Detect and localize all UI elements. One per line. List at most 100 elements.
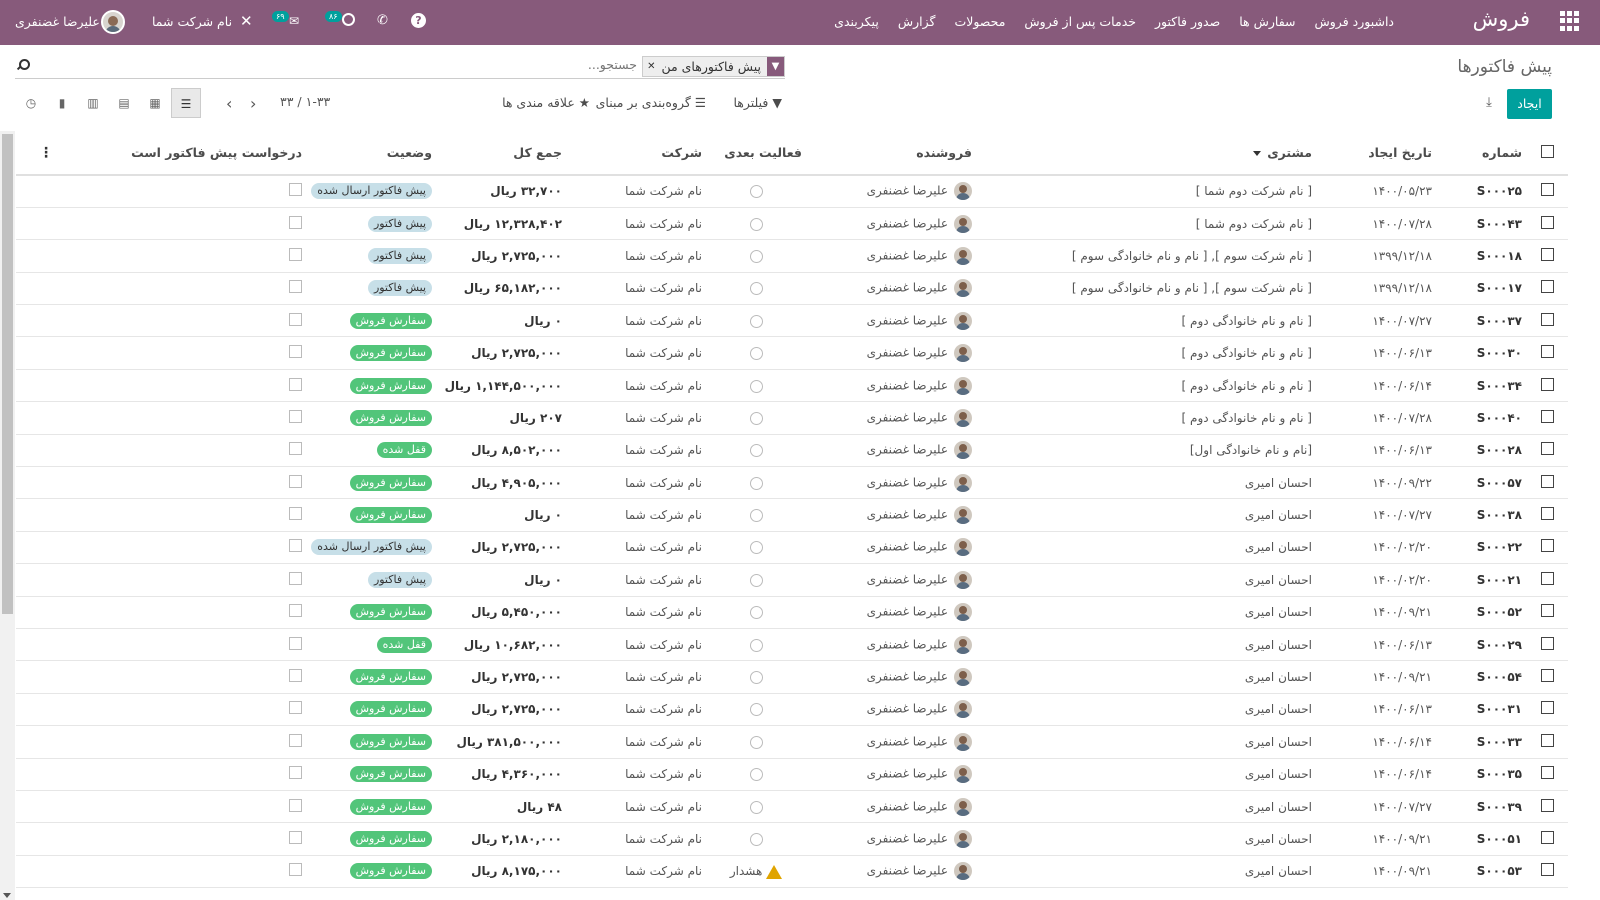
- next-activity-cell[interactable]: [706, 564, 806, 596]
- create-button[interactable]: ایجاد: [1507, 89, 1552, 119]
- menu-item-invoicing[interactable]: صدور فاکتور: [1155, 14, 1220, 29]
- next-activity-cell[interactable]: [706, 369, 806, 401]
- favorites-button[interactable]: ★ علاقه مندی ها: [502, 95, 590, 110]
- row-checkbox[interactable]: [1540, 669, 1554, 683]
- row-select-cell[interactable]: [1526, 337, 1568, 369]
- activity-clock-icon[interactable]: [749, 314, 763, 328]
- row-checkbox[interactable]: [1540, 831, 1554, 844]
- row-checkbox[interactable]: [1540, 409, 1554, 423]
- select-all-header[interactable]: [1526, 131, 1568, 175]
- table-row[interactable]: S۰۰۰۳۷ ۱۴۰۰/۰۷/۲۷ [ نام و نام خانوادگی د…: [16, 305, 1568, 337]
- groupby-button[interactable]: ☰ گروه‌بندی بر مبنای: [596, 95, 706, 110]
- phone-icon[interactable]: ✆: [377, 13, 388, 28]
- debug-tools-icon[interactable]: ✕: [240, 12, 253, 30]
- row-select-cell[interactable]: [1526, 693, 1568, 725]
- row-checkbox[interactable]: [1540, 507, 1554, 521]
- row-checkbox[interactable]: [1540, 636, 1554, 650]
- table-row[interactable]: S۰۰۰۵۱ ۱۴۰۰/۰۹/۲۱ احسان امیری علیرضا غضن…: [16, 823, 1568, 856]
- row-select-cell[interactable]: [1526, 434, 1568, 466]
- table-row[interactable]: S۰۰۰۳۴ ۱۴۰۰/۰۶/۱۴ [ نام و نام خانوادگی د…: [16, 369, 1568, 402]
- table-row[interactable]: S۰۰۰۵۴ ۱۴۰۰/۰۹/۲۱ احسان امیری علیرضا غضن…: [16, 661, 1568, 694]
- activity-clock-icon[interactable]: [749, 833, 763, 846]
- table-row[interactable]: S۰۰۰۴۰ ۱۴۰۰/۰۷/۲۸ [ نام و نام خانوادگی د…: [16, 402, 1568, 435]
- table-row[interactable]: S۰۰۰۵۲ ۱۴۰۰/۰۹/۲۱ احسان امیری علیرضا غضن…: [16, 596, 1568, 629]
- row-select-cell[interactable]: [1526, 790, 1568, 822]
- row-select-cell[interactable]: [1526, 855, 1568, 887]
- table-row[interactable]: S۰۰۰۲۸ ۱۴۰۰/۰۶/۱۳ [نام و نام خانوادگی او…: [16, 434, 1568, 467]
- table-row[interactable]: S۰۰۰۲۲ ۱۴۰۰/۰۲/۲۰ احسان امیری علیرضا غضن…: [16, 531, 1568, 564]
- activity-clock-icon[interactable]: [749, 217, 763, 231]
- table-row[interactable]: S۰۰۰۳۹ ۱۴۰۰/۰۷/۲۷ احسان امیری علیرضا غضن…: [16, 790, 1568, 823]
- activity-clock-icon[interactable]: [749, 671, 763, 685]
- graph-view-icon[interactable]: ▮: [47, 88, 77, 118]
- table-row[interactable]: S۰۰۰۲۹ ۱۴۰۰/۰۶/۱۳ احسان امیری علیرضا غضن…: [16, 628, 1568, 661]
- activity-clock-icon[interactable]: [749, 573, 763, 587]
- activity-clock-icon[interactable]: [749, 768, 763, 782]
- search-icon[interactable]: [16, 59, 30, 71]
- facet-remove-icon[interactable]: ✕: [643, 57, 655, 76]
- company-switcher[interactable]: نام شرکت شما: [152, 14, 232, 29]
- row-checkbox[interactable]: [1540, 183, 1554, 197]
- activity-clock-icon[interactable]: [749, 185, 763, 199]
- menu-item-products[interactable]: محصولات: [954, 14, 1005, 29]
- activity-menu[interactable]: ۸۶: [324, 11, 360, 29]
- activity-clock-icon[interactable]: [749, 476, 763, 490]
- row-select-cell[interactable]: [1526, 369, 1568, 401]
- activity-clock-icon[interactable]: [749, 509, 763, 523]
- row-select-cell[interactable]: [1526, 823, 1568, 855]
- next-activity-cell[interactable]: [706, 240, 806, 272]
- row-select-cell[interactable]: [1526, 402, 1568, 434]
- next-activity-cell[interactable]: [706, 499, 806, 531]
- activity-clock-icon[interactable]: [749, 347, 763, 361]
- activity-clock-icon[interactable]: [749, 249, 763, 263]
- search-input[interactable]: [337, 57, 637, 72]
- next-activity-cell[interactable]: [706, 693, 806, 725]
- table-row[interactable]: S۰۰۰۳۰ ۱۴۰۰/۰۶/۱۳ [ نام و نام خانوادگی د…: [16, 337, 1568, 370]
- select-all-checkbox[interactable]: [1540, 144, 1554, 158]
- table-row[interactable]: S۰۰۰۱۷ ۱۳۹۹/۱۲/۱۸ [ نام شرکت سوم ], [ نا…: [16, 272, 1568, 305]
- next-activity-cell[interactable]: [706, 823, 806, 855]
- next-activity-cell[interactable]: هشدار: [706, 855, 806, 887]
- next-activity-cell[interactable]: [706, 726, 806, 758]
- row-checkbox[interactable]: [1540, 571, 1554, 585]
- column-header-customer[interactable]: مشتری: [976, 131, 1316, 175]
- filters-button[interactable]: ▼ فیلترها: [733, 95, 782, 110]
- row-select-cell[interactable]: [1526, 207, 1568, 239]
- menu-item-sales-dashboard[interactable]: داشبورد فروش: [1315, 14, 1395, 29]
- apps-menu-icon[interactable]: [1559, 11, 1579, 31]
- user-menu-name[interactable]: علیرضا غضنفری: [15, 14, 100, 29]
- activity-clock-icon[interactable]: [749, 411, 763, 425]
- menu-item-orders[interactable]: سفارش ها: [1239, 14, 1295, 29]
- export-download-icon[interactable]: ⤓: [1482, 96, 1496, 110]
- column-header-company[interactable]: شرکت: [566, 131, 706, 175]
- table-row[interactable]: S۰۰۰۵۷ ۱۴۰۰/۰۹/۲۲ احسان امیری علیرضا غضن…: [16, 467, 1568, 499]
- row-checkbox[interactable]: [1540, 766, 1554, 780]
- app-brand[interactable]: فروش: [1473, 7, 1530, 31]
- column-header-activity[interactable]: فعالیت بعدی: [706, 131, 806, 175]
- next-activity-cell[interactable]: [706, 790, 806, 822]
- next-activity-cell[interactable]: [706, 758, 806, 790]
- scroll-down-arrow[interactable]: [3, 893, 11, 898]
- activity-clock-icon[interactable]: [749, 444, 763, 458]
- table-row[interactable]: S۰۰۰۳۸ ۱۴۰۰/۰۷/۲۷ احسان امیری علیرضا غضن…: [16, 499, 1568, 532]
- activity-clock-icon[interactable]: [749, 606, 763, 620]
- menu-item-after-sales[interactable]: خدمات پس از فروش: [1024, 14, 1136, 29]
- row-checkbox[interactable]: [1540, 539, 1554, 553]
- row-checkbox[interactable]: [1540, 863, 1554, 877]
- table-row[interactable]: S۰۰۰۱۸ ۱۳۹۹/۱۲/۱۸ [ نام شرکت سوم ], [ نا…: [16, 240, 1568, 273]
- list-view-icon[interactable]: ☰: [171, 88, 201, 118]
- scrollbar-thumb[interactable]: [2, 134, 13, 614]
- next-activity-cell[interactable]: [706, 434, 806, 466]
- row-checkbox[interactable]: [1540, 312, 1554, 326]
- activity-clock-icon[interactable]: [749, 541, 763, 555]
- pager-next-button[interactable]: ›: [226, 94, 232, 113]
- next-activity-cell[interactable]: [706, 175, 806, 207]
- activity-clock-icon[interactable]: [749, 638, 763, 652]
- row-checkbox[interactable]: [1540, 798, 1554, 812]
- next-activity-cell[interactable]: [706, 628, 806, 660]
- activity-clock-icon[interactable]: [749, 703, 763, 717]
- vertical-scrollbar[interactable]: [0, 131, 15, 900]
- row-checkbox[interactable]: [1540, 474, 1554, 488]
- menu-item-configuration[interactable]: پیکربندی: [834, 14, 879, 29]
- next-activity-cell[interactable]: [706, 661, 806, 693]
